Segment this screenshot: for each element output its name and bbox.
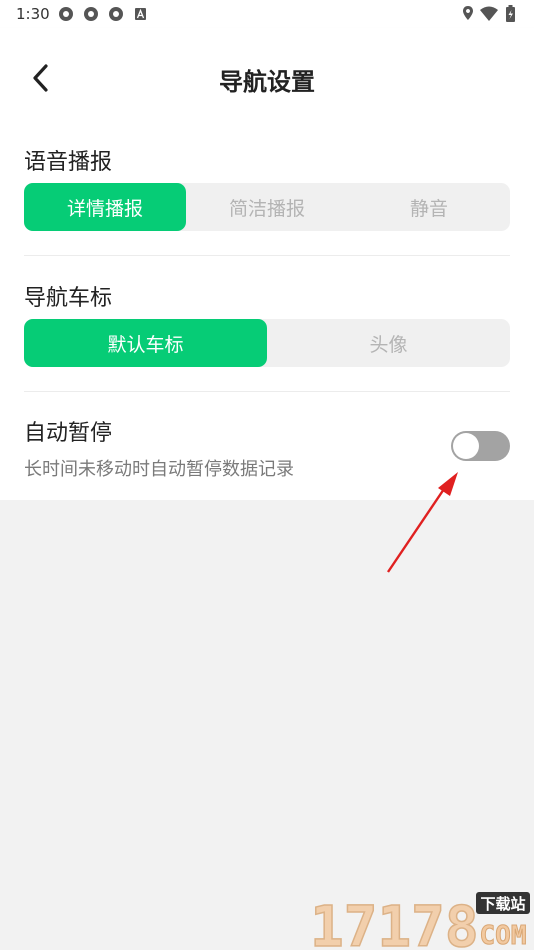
wifi-icon [480,6,498,21]
location-icon [463,6,473,20]
status-icons-right [463,5,515,22]
voice-segmented-control: 详情播报 简洁播报 静音 [24,183,510,231]
voice-option-detail[interactable]: 详情播报 [24,183,186,231]
settings-panel: 语音播报 详情播报 简洁播报 静音 导航车标 默认车标 头像 自动暂停 长时间未… [0,120,534,500]
auto-pause-toggle[interactable] [451,431,510,461]
status-time: 1:30 [16,5,50,23]
car-marker-option-avatar[interactable]: 头像 [267,319,510,367]
voice-option-brief[interactable]: 简洁播报 [186,183,348,231]
a-icon [135,8,146,20]
car-marker-option-default[interactable]: 默认车标 [24,319,267,367]
voice-option-mute[interactable]: 静音 [348,183,510,231]
divider [24,255,510,256]
battery-icon [506,5,515,22]
notification-icon [109,7,123,21]
auto-pause-description: 长时间未移动时自动暂停数据记录 [24,459,294,480]
toggle-knob [453,433,479,459]
car-marker-section-title: 导航车标 [24,286,113,311]
watermark-logo: 17178 下载站 COM [310,892,530,950]
notification-icon [84,7,98,21]
notification-icon [59,7,73,21]
divider [24,391,510,392]
voice-section-title: 语音播报 [24,150,113,175]
status-bar: 1:30 [0,0,534,28]
watermark-number: 17178 [310,895,479,950]
page-title: 导航设置 [219,68,315,96]
watermark-tag: 下载站 [480,895,525,913]
auto-pause-title: 自动暂停 [24,421,113,446]
nav-bar: 导航设置 [0,28,534,120]
status-icons-left [59,7,146,21]
watermark-domain: COM [480,921,527,950]
car-marker-segmented-control: 默认车标 头像 [24,319,510,367]
